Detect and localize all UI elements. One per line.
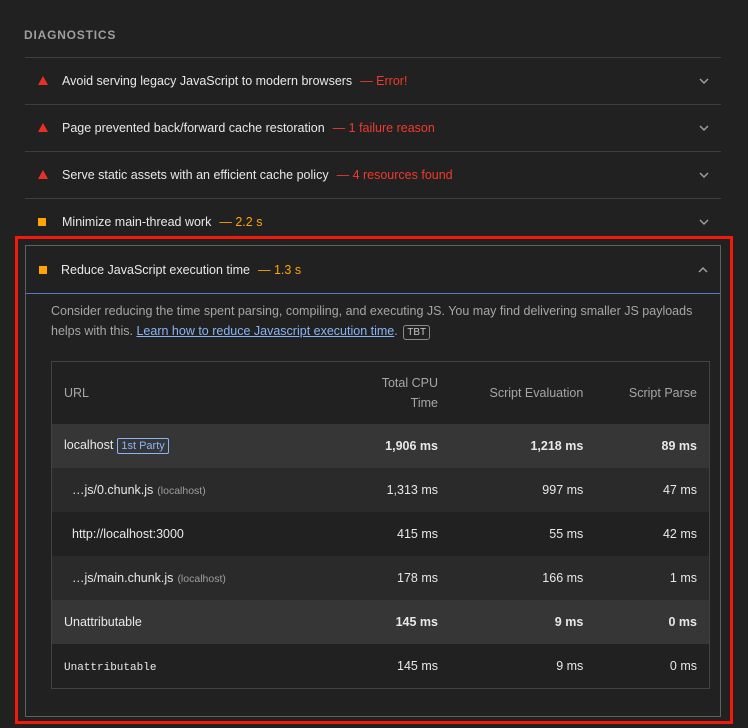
- script-parse-cell: 1 ms: [595, 556, 710, 600]
- total-cpu-cell: 1,906 ms: [316, 424, 450, 468]
- col-header-url: URL: [51, 361, 316, 424]
- audit-display-value: 2.2 s: [235, 214, 263, 229]
- audit-title-text: Minimize main-thread work: [62, 214, 212, 229]
- url-text[interactable]: …js/main.chunk.js: [72, 571, 173, 585]
- script-parse-cell: 42 ms: [595, 512, 710, 556]
- audit-title-text: Serve static assets with an efficient ca…: [62, 167, 329, 182]
- url-text: localhost: [64, 438, 114, 452]
- table-row-group: Unattributable 145 ms 9 ms 0 ms: [51, 600, 710, 644]
- script-parse-cell: 89 ms: [595, 424, 710, 468]
- script-eval-cell: 997 ms: [450, 468, 596, 512]
- js-execution-table: URL Total CPU Time Script Evaluation Scr…: [51, 361, 710, 689]
- audit-header[interactable]: Reduce JavaScript execution time — 1.3 s: [26, 246, 720, 294]
- host-text: (localhost): [157, 485, 206, 497]
- audit-cache-policy[interactable]: Serve static assets with an efficient ca…: [25, 151, 721, 197]
- audit-title: Minimize main-thread work — 2.2 s: [62, 215, 262, 229]
- audit-separator: —: [360, 73, 373, 88]
- audit-title-text: Reduce JavaScript execution time: [61, 262, 250, 277]
- section-title: DIAGNOSTICS: [24, 28, 117, 42]
- chevron-up-icon[interactable]: [698, 265, 708, 275]
- average-square-icon: [38, 217, 46, 226]
- learn-more-link[interactable]: Learn how to reduce Javascript execution…: [136, 324, 394, 338]
- url-cell: …js/main.chunk.js (localhost): [51, 556, 316, 600]
- col-header-script-parse: Script Parse: [595, 361, 710, 424]
- script-eval-cell: 55 ms: [450, 512, 596, 556]
- audit-title-text: Page prevented back/forward cache restor…: [62, 120, 325, 135]
- audit-description: Consider reducing the time spent parsing…: [51, 301, 711, 341]
- audit-bfcache[interactable]: Page prevented back/forward cache restor…: [25, 104, 721, 150]
- audit-separator: —: [336, 167, 350, 182]
- col-header-script-eval: Script Evaluation: [450, 361, 596, 424]
- script-eval-cell: 9 ms: [450, 600, 596, 644]
- audit-js-execution-time: Reduce JavaScript execution time — 1.3 s …: [25, 245, 721, 717]
- table-header-row: URL Total CPU Time Script Evaluation Scr…: [51, 361, 710, 424]
- table-row: …js/0.chunk.js (localhost) 1,313 ms 997 m…: [51, 468, 710, 512]
- script-eval-cell: 166 ms: [450, 556, 596, 600]
- col-header-total-cpu: Total CPU Time: [316, 361, 450, 424]
- url-text[interactable]: http://localhost:3000: [72, 527, 184, 541]
- audit-display-value: 1 failure reason: [348, 120, 435, 135]
- url-cell: localhost 1st Party: [51, 424, 316, 468]
- chevron-down-icon[interactable]: [699, 76, 709, 86]
- total-cpu-cell: 415 ms: [316, 512, 450, 556]
- table-row: http://localhost:3000 415 ms 55 ms 42 ms: [51, 512, 710, 556]
- description-period: .: [394, 324, 398, 338]
- url-cell: http://localhost:3000: [51, 512, 316, 556]
- script-eval-cell: 1,218 ms: [450, 424, 596, 468]
- first-party-badge: 1st Party: [117, 438, 169, 454]
- audit-display-value: Error!: [376, 73, 408, 88]
- chevron-down-icon[interactable]: [699, 123, 709, 133]
- audit-legacy-javascript[interactable]: Avoid serving legacy JavaScript to moder…: [25, 57, 721, 103]
- table-row: Unattributable 145 ms 9 ms 0 ms: [51, 644, 710, 689]
- table-row-group: localhost 1st Party 1,906 ms 1,218 ms 89 …: [51, 424, 710, 468]
- url-cell: …js/0.chunk.js (localhost): [51, 468, 316, 512]
- col-header-total-cpu-text: Total CPU Time: [381, 376, 438, 410]
- audit-title: Avoid serving legacy JavaScript to moder…: [62, 74, 407, 88]
- audit-separator: —: [332, 120, 346, 135]
- host-text: (localhost): [177, 573, 226, 585]
- tbt-badge: TBT: [403, 325, 431, 340]
- audit-title: Serve static assets with an efficient ca…: [62, 168, 453, 182]
- average-square-icon: [39, 265, 47, 274]
- url-cell: Unattributable: [51, 644, 316, 689]
- fail-triangle-icon: [38, 170, 48, 179]
- total-cpu-cell: 178 ms: [316, 556, 450, 600]
- total-cpu-cell: 1,313 ms: [316, 468, 450, 512]
- url-text[interactable]: …js/0.chunk.js: [72, 483, 153, 497]
- audit-title: Page prevented back/forward cache restor…: [62, 121, 435, 135]
- script-parse-cell: 0 ms: [595, 644, 710, 689]
- chevron-down-icon[interactable]: [699, 217, 709, 227]
- audit-title-text: Avoid serving legacy JavaScript to moder…: [62, 73, 353, 88]
- audit-display-value: 4 resources found: [352, 167, 453, 182]
- fail-triangle-icon: [38, 123, 48, 132]
- audit-display-value: 1.3 s: [273, 262, 302, 277]
- script-parse-cell: 0 ms: [595, 600, 710, 644]
- script-eval-cell: 9 ms: [450, 644, 596, 689]
- audit-separator: —: [257, 262, 271, 277]
- total-cpu-cell: 145 ms: [316, 644, 450, 689]
- total-cpu-cell: 145 ms: [316, 600, 450, 644]
- audit-separator: —: [219, 214, 232, 229]
- audit-title: Reduce JavaScript execution time — 1.3 s: [61, 263, 301, 277]
- table-row: …js/main.chunk.js (localhost) 178 ms 166 …: [51, 556, 710, 600]
- url-text: Unattributable: [64, 615, 142, 629]
- fail-triangle-icon: [38, 76, 48, 85]
- script-parse-cell: 47 ms: [595, 468, 710, 512]
- url-cell: Unattributable: [51, 600, 316, 644]
- chevron-down-icon[interactable]: [699, 170, 709, 180]
- url-text: Unattributable: [64, 661, 157, 674]
